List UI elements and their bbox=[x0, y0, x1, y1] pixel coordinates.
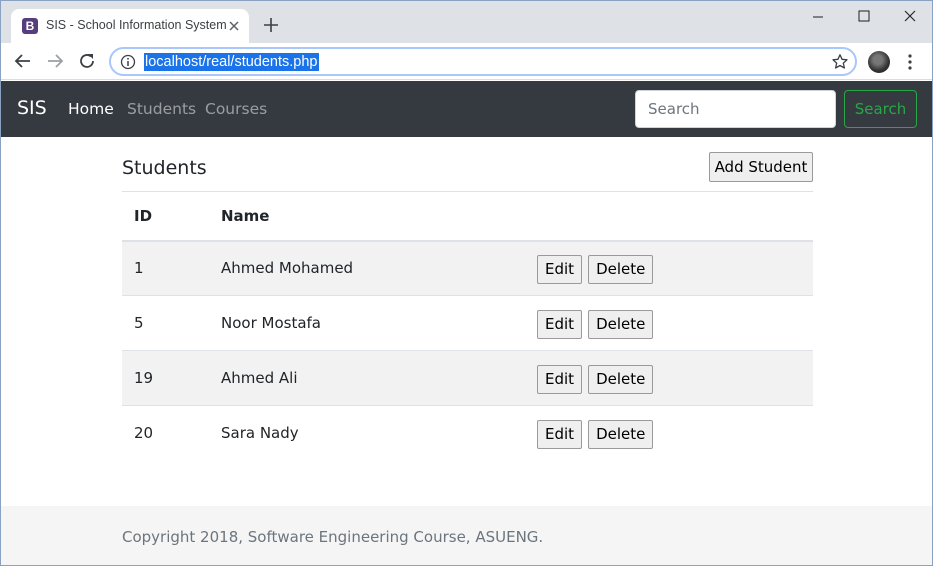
table-row: 19 Ahmed Ali Edit Delete bbox=[122, 350, 813, 406]
close-icon[interactable] bbox=[226, 18, 242, 34]
edit-button[interactable]: Edit bbox=[537, 254, 583, 284]
student-name: Noor Mostafa bbox=[209, 295, 525, 351]
browser-window: B SIS - School Information System localh… bbox=[0, 0, 933, 566]
column-header-id: ID bbox=[122, 191, 209, 242]
student-id: 1 bbox=[122, 240, 209, 296]
browser-tab[interactable]: B SIS - School Information System bbox=[11, 9, 249, 43]
back-arrow-icon[interactable] bbox=[14, 52, 32, 70]
page-title: Students bbox=[122, 157, 207, 179]
kebab-menu-icon[interactable] bbox=[902, 53, 918, 71]
column-header-name: Name bbox=[209, 191, 525, 242]
nav-link-students[interactable]: Students bbox=[127, 100, 196, 118]
search-input[interactable] bbox=[635, 90, 836, 128]
navbar-brand[interactable]: SIS bbox=[17, 97, 47, 119]
students-table: ID Name 1 Ahmed Mohamed Edit Delete 5 Noo… bbox=[122, 191, 813, 461]
row-actions: Edit Delete bbox=[525, 405, 813, 461]
tab-title: SIS - School Information System bbox=[46, 18, 227, 32]
reload-icon[interactable] bbox=[78, 52, 96, 70]
table-row: 5 Noor Mostafa Edit Delete bbox=[122, 295, 813, 351]
table-row: 1 Ahmed Mohamed Edit Delete bbox=[122, 240, 813, 296]
profile-avatar[interactable] bbox=[868, 51, 890, 73]
info-icon[interactable] bbox=[120, 54, 136, 70]
student-name: Ahmed Mohamed bbox=[209, 240, 525, 296]
add-student-button[interactable]: Add Student bbox=[709, 152, 813, 182]
minimize-icon[interactable] bbox=[795, 1, 841, 33]
delete-button[interactable]: Delete bbox=[588, 254, 654, 284]
student-name: Ahmed Ali bbox=[209, 350, 525, 406]
page-footer: Copyright 2018, Software Engineering Cou… bbox=[1, 506, 932, 565]
footer-copyright: Copyright 2018, Software Engineering Cou… bbox=[122, 528, 544, 546]
edit-button[interactable]: Edit bbox=[537, 419, 583, 449]
row-actions: Edit Delete bbox=[525, 240, 813, 296]
student-name: Sara Nady bbox=[209, 405, 525, 461]
site-navbar: SIS Home Students Courses Search bbox=[1, 81, 932, 137]
plus-icon[interactable] bbox=[262, 16, 280, 34]
edit-button[interactable]: Edit bbox=[537, 309, 583, 339]
student-id: 20 bbox=[122, 405, 209, 461]
forward-arrow-icon[interactable] bbox=[46, 52, 64, 70]
maximize-icon[interactable] bbox=[841, 1, 887, 33]
row-actions: Edit Delete bbox=[525, 295, 813, 351]
edit-button[interactable]: Edit bbox=[537, 364, 583, 394]
address-bar[interactable]: localhost/real/students.php bbox=[109, 47, 857, 76]
column-header-actions bbox=[525, 191, 813, 242]
browser-toolbar: localhost/real/students.php bbox=[1, 43, 932, 80]
nav-link-home[interactable]: Home bbox=[68, 100, 114, 118]
delete-button[interactable]: Delete bbox=[588, 364, 654, 394]
table-header-row: ID Name bbox=[122, 191, 813, 242]
window-close-icon[interactable] bbox=[887, 1, 933, 33]
bootstrap-favicon-icon: B bbox=[22, 18, 38, 34]
nav-link-courses[interactable]: Courses bbox=[205, 100, 267, 118]
table-row: 20 Sara Nady Edit Delete bbox=[122, 405, 813, 461]
delete-button[interactable]: Delete bbox=[588, 309, 654, 339]
tab-strip: B SIS - School Information System bbox=[1, 1, 932, 43]
url-text[interactable]: localhost/real/students.php bbox=[144, 53, 319, 71]
student-id: 19 bbox=[122, 350, 209, 406]
delete-button[interactable]: Delete bbox=[588, 419, 654, 449]
row-actions: Edit Delete bbox=[525, 350, 813, 406]
star-icon[interactable] bbox=[831, 53, 849, 71]
student-id: 5 bbox=[122, 295, 209, 351]
search-button[interactable]: Search bbox=[844, 90, 917, 128]
